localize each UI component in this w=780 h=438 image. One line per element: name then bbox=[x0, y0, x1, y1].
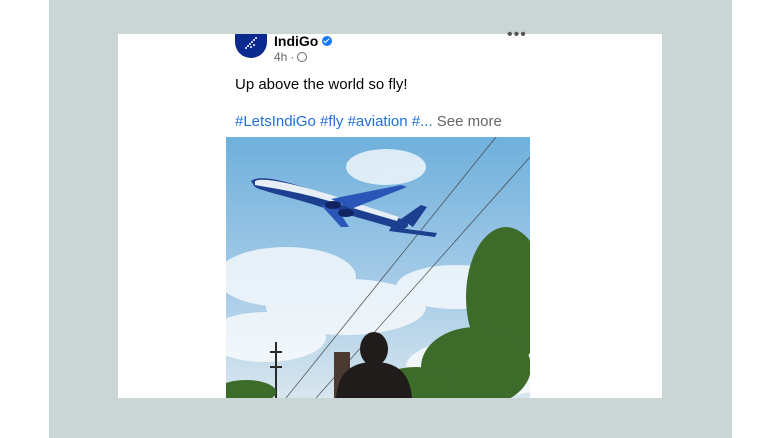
indigo-logo-icon bbox=[245, 37, 257, 49]
page-name[interactable]: IndiGo bbox=[274, 33, 333, 49]
meta-separator: · bbox=[290, 50, 295, 64]
post-meta: 4h · bbox=[274, 50, 308, 64]
facebook-post: IndiGo 4h · ••• Up above the world so fl… bbox=[226, 26, 530, 398]
post-photo[interactable] bbox=[226, 137, 530, 398]
see-more-link[interactable]: See more bbox=[437, 113, 502, 130]
verified-badge-icon bbox=[322, 36, 333, 46]
post-caption: Up above the world so fly! bbox=[235, 76, 408, 93]
globe-icon bbox=[297, 52, 308, 62]
author-name[interactable]: IndiGo bbox=[274, 33, 318, 49]
post-time[interactable]: 4h bbox=[274, 50, 287, 64]
more-options-icon[interactable]: ••• bbox=[507, 26, 527, 44]
post-hashtags: #LetsIndiGo #fly #aviation #... See more bbox=[235, 113, 502, 130]
hashtag-links[interactable]: #LetsIndiGo #fly #aviation #... bbox=[235, 113, 433, 130]
page-avatar[interactable] bbox=[235, 34, 267, 58]
airplane-photo bbox=[226, 137, 530, 398]
